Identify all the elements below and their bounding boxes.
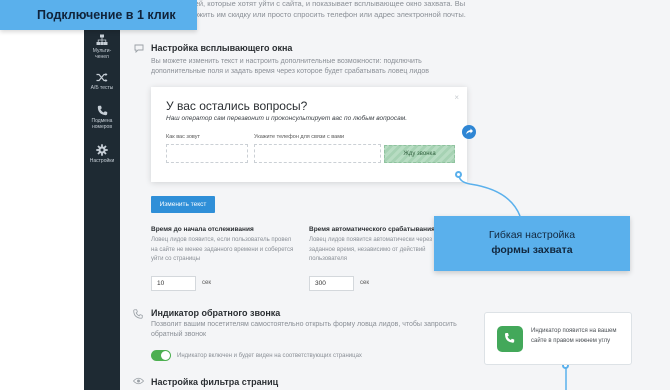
auto-trigger-input[interactable]: 300: [309, 276, 354, 291]
auto-trigger-description: Ловец лидов появится автоматически через…: [309, 237, 433, 262]
sidebar-item-multichannel[interactable]: Мульти- ченел: [84, 34, 120, 60]
popup-preview: × У вас остались вопросы? Наш оператор с…: [151, 87, 467, 182]
sidebar-item-label: Мульти- ченел: [92, 48, 112, 60]
notice-text: Индикатор появится на вашем сайте в прав…: [531, 328, 617, 344]
indicator-notice: Индикатор появится на вашем сайте в прав…: [484, 312, 632, 365]
gear-icon: [96, 144, 108, 156]
callout-line2: формы захвата: [491, 244, 573, 256]
sidebar-item-label: A/Б тесты: [90, 85, 114, 91]
sidebar-item-settings[interactable]: Настройки: [84, 144, 120, 164]
tracking-delay-input[interactable]: 10: [151, 276, 196, 291]
auto-trigger-title: Время автоматического срабатывания: [309, 226, 435, 233]
wait-call-button[interactable]: Жду звонка: [384, 145, 455, 163]
toggle-knob: [161, 351, 170, 360]
name-label: Как вас зовут: [166, 134, 200, 140]
tracking-delay-unit: сек: [202, 280, 211, 286]
chat-bubble-icon: [134, 44, 144, 53]
callback-indicator-title: Индикатор обратного звонка: [151, 308, 281, 318]
tracking-delay-description: Ловец лидов появится, если пользователь …: [151, 237, 294, 262]
popup-settings-title: Настройка всплывающего окна: [151, 43, 293, 53]
phone-indicator-icon: [497, 326, 523, 352]
left-margin: [0, 0, 84, 390]
phone-label: Укажите телефон для связи с вами: [254, 134, 345, 140]
phone-icon: [97, 105, 107, 116]
popup-subtitle: Наш оператор сам перезвонит и проконсуль…: [166, 115, 408, 122]
tracking-delay-title: Время до начала отслеживания: [151, 226, 254, 233]
page-filter-title: Настройка фильтра страниц: [151, 377, 279, 387]
phone-field[interactable]: [254, 144, 381, 163]
close-icon[interactable]: ×: [454, 93, 459, 102]
indicator-toggle-label: Индикатор включен и будет виден на соотв…: [177, 353, 362, 359]
flexible-setup-callout: Гибкая настройка формы захвата: [434, 216, 630, 271]
auto-trigger-unit: сек: [360, 280, 369, 286]
indicator-toggle[interactable]: [151, 350, 171, 361]
sidebar: Мульти- ченел A/Б тесты Подмена номеров …: [84, 0, 120, 390]
sidebar-item-label: Настройки: [89, 158, 115, 164]
popup-settings-description: Вы можете изменить текст и настроить доп…: [151, 58, 429, 75]
name-field[interactable]: [166, 144, 248, 163]
connect-banner: Подключение в 1 клик: [0, 0, 197, 30]
sidebar-item-label: Подмена номеров: [91, 118, 113, 130]
eye-icon: [133, 377, 144, 385]
hierarchy-icon: [96, 34, 108, 45]
callback-indicator-description: Позволит вашим посетителям самостоятельн…: [151, 321, 457, 338]
sidebar-item-number-substitution[interactable]: Подмена номеров: [84, 105, 120, 130]
edit-popup-button[interactable]: [462, 125, 476, 139]
callout-line1: Гибкая настройка: [488, 229, 576, 241]
connector-dot: [455, 171, 462, 178]
shuffle-icon: [96, 73, 108, 82]
sidebar-item-ab-tests[interactable]: A/Б тесты: [84, 72, 120, 91]
phone-icon: [133, 309, 143, 319]
arrow-icon: [466, 128, 473, 135]
edit-text-button[interactable]: Изменить текст: [151, 196, 215, 213]
popup-title: У вас остались вопросы?: [166, 99, 308, 113]
